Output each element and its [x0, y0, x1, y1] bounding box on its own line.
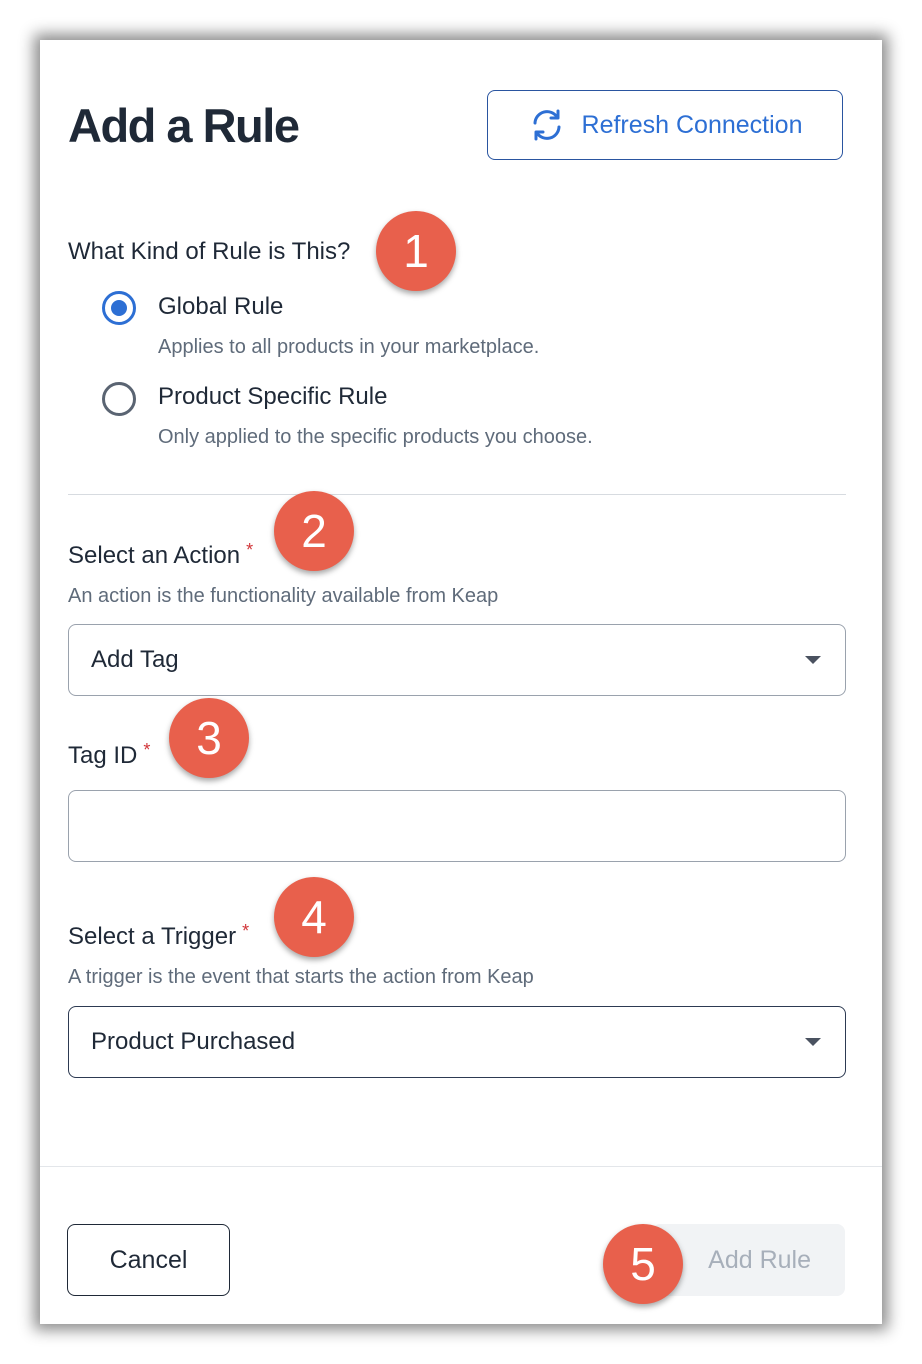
- tag-id-field-label: Tag ID *: [68, 740, 151, 770]
- page-title: Add a Rule: [68, 99, 300, 152]
- tag-id-input[interactable]: [68, 790, 846, 862]
- refresh-connection-label: Refresh Connection: [581, 110, 803, 139]
- trigger-select-value: Product Purchased: [91, 1028, 296, 1055]
- action-select-value: Add Tag: [91, 646, 179, 673]
- action-help-text: An action is the functionality available…: [68, 585, 499, 607]
- product-specific-rule-description: Only applied to the specific products yo…: [158, 426, 593, 448]
- rule-kind-question: What Kind of Rule is This?: [68, 238, 351, 265]
- tag-id-label-text: Tag ID: [68, 742, 138, 769]
- section-divider: [68, 494, 846, 495]
- required-marker: *: [242, 921, 250, 941]
- trigger-label-text: Select a Trigger: [68, 923, 237, 950]
- chevron-down-icon: [805, 1038, 821, 1046]
- step-badge-5: 5: [603, 1224, 683, 1304]
- refresh-icon: [533, 109, 561, 141]
- step-badge-1: 1: [376, 211, 456, 291]
- global-rule-radio[interactable]: [102, 291, 136, 325]
- trigger-field-label: Select a Trigger *: [68, 921, 250, 951]
- action-field-label: Select an Action *: [68, 540, 254, 570]
- action-label-text: Select an Action: [68, 542, 241, 569]
- required-marker: *: [246, 540, 254, 560]
- step-badge-2: 2: [274, 491, 354, 571]
- global-rule-description: Applies to all products in your marketpl…: [158, 336, 540, 358]
- action-select[interactable]: Add Tag: [68, 624, 846, 696]
- product-specific-rule-label[interactable]: Product Specific Rule: [158, 383, 387, 411]
- trigger-help-text: A trigger is the event that starts the a…: [68, 966, 534, 988]
- step-badge-4: 4: [274, 877, 354, 957]
- add-rule-modal: Add a Rule Refresh Connection What Kind …: [40, 40, 882, 1324]
- global-rule-label[interactable]: Global Rule: [158, 293, 283, 321]
- chevron-down-icon: [805, 656, 821, 664]
- step-badge-3: 3: [169, 698, 249, 778]
- refresh-connection-button[interactable]: Refresh Connection: [487, 90, 843, 160]
- trigger-select[interactable]: Product Purchased: [68, 1006, 846, 1078]
- cancel-button[interactable]: Cancel: [67, 1224, 230, 1296]
- footer-divider: [40, 1166, 882, 1167]
- product-specific-rule-radio[interactable]: [102, 382, 136, 416]
- required-marker: *: [143, 740, 151, 760]
